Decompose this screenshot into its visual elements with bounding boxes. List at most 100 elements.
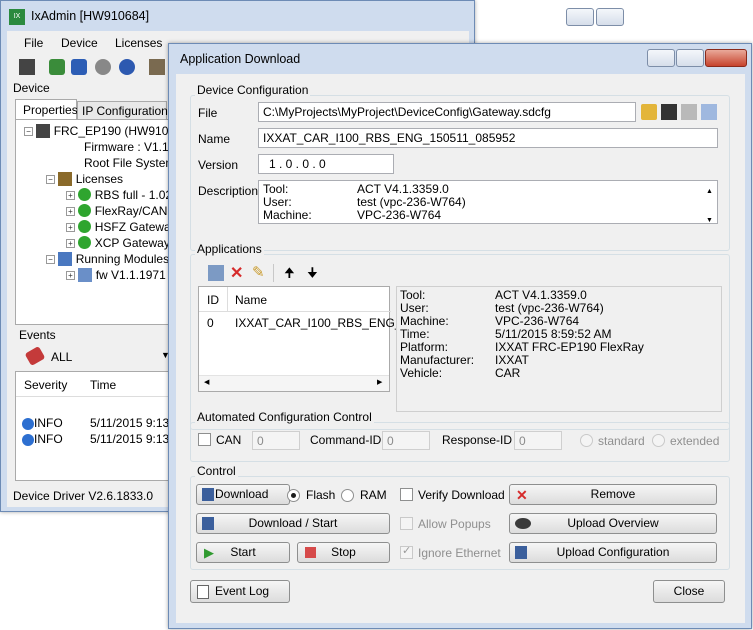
edit-document-icon[interactable] <box>701 104 717 120</box>
verify-download-label: Verify Download <box>418 488 505 502</box>
tree-license-item[interactable]: + HSFZ Gatewa <box>66 220 171 234</box>
collapse-icon[interactable]: − <box>46 175 55 184</box>
event-row[interactable]: INFO <box>22 432 63 446</box>
settings-icon[interactable] <box>95 59 111 75</box>
edit-pencil-icon[interactable]: ✎ <box>252 263 265 281</box>
auto-config-label: Automated Configuration Control <box>195 410 374 424</box>
events-list: Severity Time INFO 5/11/2015 9:13:0 INFO… <box>15 371 179 481</box>
dialog-maximize-button[interactable] <box>676 49 704 67</box>
expand-icon[interactable]: + <box>66 207 75 216</box>
col-name[interactable]: Name <box>235 293 267 307</box>
scroll-right-icon[interactable]: ▶ <box>377 378 382 386</box>
tab-ip-configuration[interactable]: IP Configuration <box>77 101 168 119</box>
download-button[interactable]: Download <box>196 484 290 505</box>
download-icon[interactable] <box>149 59 165 75</box>
version-input[interactable]: 1 . 0 . 0 . 0 <box>258 154 394 174</box>
menu-file[interactable]: File <box>24 36 43 50</box>
dialog-close-button[interactable] <box>705 49 747 67</box>
move-down-icon[interactable]: 🠋 <box>307 264 318 286</box>
col-time[interactable]: Time <box>90 378 116 392</box>
save-icon[interactable] <box>661 104 677 120</box>
upload-configuration-button[interactable]: Upload Configuration <box>509 542 717 563</box>
col-id[interactable]: ID <box>207 293 219 307</box>
collapse-icon[interactable]: − <box>24 127 33 136</box>
event-row[interactable]: INFO <box>22 416 63 430</box>
tree-running-modules[interactable]: − Running Modules <box>46 252 169 266</box>
filter-icon[interactable] <box>24 345 46 367</box>
tree-license-item[interactable]: + FlexRay/CAN <box>66 204 167 218</box>
upload-overview-label: Upload Overview <box>567 516 659 530</box>
remove-button[interactable]: ✕ Remove <box>509 484 717 505</box>
power-icon[interactable] <box>119 59 135 75</box>
expand-icon[interactable]: + <box>66 191 75 200</box>
flash-radio[interactable] <box>287 489 300 502</box>
tab-properties[interactable]: Properties <box>15 99 78 119</box>
command-id-stepper[interactable]: 0 <box>382 431 430 450</box>
ram-radio[interactable] <box>341 489 354 502</box>
download-start-button[interactable]: Download / Start <box>196 513 390 534</box>
start-button[interactable]: ▶ Start <box>196 542 290 563</box>
stop-button[interactable]: Stop <box>297 542 390 563</box>
move-up-icon[interactable]: 🠉 <box>284 264 295 286</box>
collapse-icon[interactable]: − <box>46 255 55 264</box>
checkmark-icon: ✓ <box>402 545 412 557</box>
device-icon[interactable] <box>19 59 35 75</box>
horizontal-scrollbar[interactable]: ◀ ▶ <box>199 375 389 391</box>
main-minimize-button[interactable] <box>566 8 594 26</box>
response-id-stepper[interactable]: 0 <box>514 431 562 450</box>
start-label: Start <box>230 545 256 559</box>
close-label: Close <box>673 584 705 598</box>
event-log-button[interactable]: Event Log <box>190 580 290 603</box>
menu-licenses[interactable]: Licenses <box>115 36 162 50</box>
can-stepper[interactable]: 0 <box>252 431 300 450</box>
app-row-id[interactable]: 0 <box>207 316 214 330</box>
scroll-down-icon[interactable]: ▼ <box>706 212 713 223</box>
check-icon <box>78 220 92 233</box>
ignore-ethernet-checkbox[interactable]: ✓ <box>400 545 413 559</box>
download-start-icon <box>202 517 214 530</box>
dialog-minimize-button[interactable] <box>647 49 675 67</box>
application-details: Tool: ACT V4.1.3359.0 User: test (vpc-23… <box>396 286 722 412</box>
play-icon: ▶ <box>204 545 214 560</box>
extended-radio[interactable] <box>652 434 665 447</box>
menu-device[interactable]: Device <box>61 36 98 50</box>
main-maximize-button[interactable] <box>596 8 624 26</box>
tree-licenses[interactable]: − Licenses <box>46 172 123 186</box>
main-titlebar[interactable]: IX IxAdmin [HW910684] <box>1 1 474 31</box>
close-button[interactable]: Close <box>653 580 725 603</box>
add-application-icon[interactable] <box>208 265 224 281</box>
description-label: Description <box>198 184 259 198</box>
allow-popups-checkbox[interactable] <box>400 517 413 530</box>
col-severity[interactable]: Severity <box>24 378 67 392</box>
device-tree: − FRC_EP190 (HW9106 Firmware : V1.1.19 R… <box>15 119 185 325</box>
standard-radio[interactable] <box>580 434 593 447</box>
upload-config-label: Upload Configuration <box>556 545 670 559</box>
delete-icon[interactable]: ✕ <box>230 263 243 283</box>
severity-filter-select[interactable]: ALL ▼ <box>49 347 171 367</box>
desc-key: Machine: <box>263 208 312 222</box>
open-folder-icon[interactable] <box>641 104 657 120</box>
standard-label: standard <box>598 434 645 448</box>
expand-icon[interactable]: + <box>66 223 75 232</box>
scroll-up-icon[interactable]: ▲ <box>706 183 713 201</box>
export-icon[interactable] <box>681 104 697 120</box>
expand-icon[interactable]: + <box>66 271 75 280</box>
tree-module[interactable]: + fw V1.1.1971 <box>66 268 166 282</box>
version-label: Version <box>198 158 239 172</box>
connect-icon[interactable] <box>49 59 65 75</box>
dialog-titlebar[interactable]: Application Download <box>169 44 751 74</box>
description-box[interactable]: Tool: ACT V4.1.3359.0 User: test (vpc-23… <box>258 180 718 224</box>
verify-download-checkbox[interactable] <box>400 488 413 501</box>
tree-license-item[interactable]: + XCP Gateway <box>66 236 170 250</box>
tree-license-item[interactable]: + RBS full - 1.02 <box>66 188 172 202</box>
expand-icon[interactable]: + <box>66 239 75 248</box>
app-row-name[interactable]: IXXAT_CAR_I100_RBS_ENG_1 <box>235 316 408 330</box>
disconnect-icon[interactable] <box>71 59 87 75</box>
name-input[interactable]: IXXAT_CAR_I100_RBS_ENG_150511_085952 <box>258 128 718 148</box>
upload-overview-button[interactable]: Upload Overview <box>509 513 717 534</box>
module-label: fw V1.1.1971 <box>95 268 166 282</box>
can-checkbox[interactable] <box>198 433 211 446</box>
scroll-left-icon[interactable]: ◀ <box>204 378 209 386</box>
file-path-input[interactable]: C:\MyProjects\MyProject\DeviceConfig\Gat… <box>258 102 636 122</box>
tree-root[interactable]: − FRC_EP190 (HW9106 <box>24 124 175 138</box>
